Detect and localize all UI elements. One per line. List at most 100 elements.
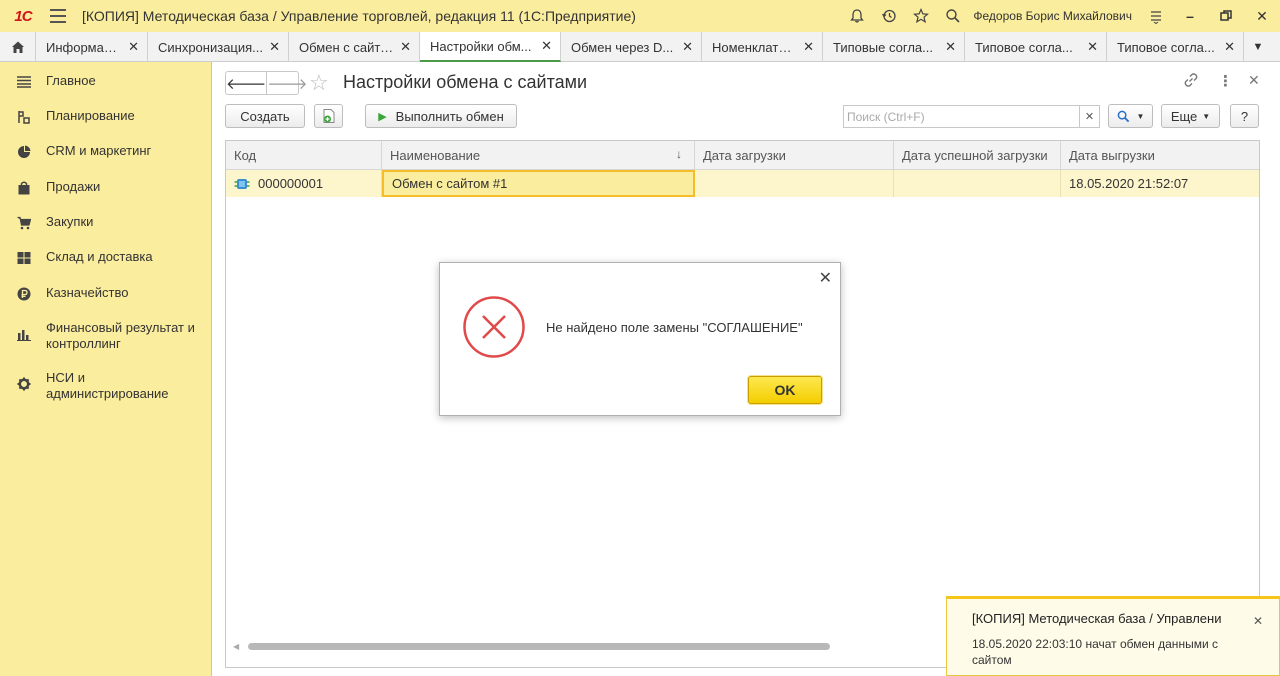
gear-icon (16, 376, 32, 392)
create-button[interactable]: Создать (225, 104, 305, 128)
nav-buttons: 🡐 🡒 (225, 71, 307, 95)
ruble-icon (16, 286, 32, 302)
close-form-icon[interactable]: ✕ (1248, 72, 1260, 89)
tab-exchange-settings[interactable]: Настройки обм... ✕ (420, 32, 561, 62)
cell-code: 000000001 (226, 170, 382, 197)
sidebar-item-treasury[interactable]: Казначейство (0, 285, 212, 302)
close-window-button[interactable]: ✕ (1244, 0, 1280, 32)
tab-site-exchange[interactable]: Обмен с сайтом ✕ (289, 32, 420, 62)
favorites-star-icon[interactable] (905, 0, 937, 32)
close-icon[interactable]: ✕ (1087, 39, 1098, 55)
notification-title: [КОПИЯ] Методическая база / Управлени (972, 611, 1222, 626)
star-icon[interactable]: ☆ (309, 70, 329, 96)
search-input[interactable] (844, 106, 1079, 127)
add-document-icon (323, 109, 334, 123)
cell-unload-date: 18.05.2020 21:52:07 (1069, 176, 1189, 191)
sidebar-item-finance[interactable]: Финансовый результат и контроллинг (0, 320, 212, 352)
tab-information[interactable]: Информация ✕ (36, 32, 148, 62)
column-header-code[interactable]: Код (226, 141, 382, 170)
dialog-close-icon[interactable]: ✕ (819, 268, 832, 288)
sidebar-item-sales[interactable]: Продажи (0, 179, 212, 196)
cart-icon (16, 215, 32, 231)
run-exchange-button[interactable]: ▶ Выполнить обмен (365, 104, 517, 128)
page-title: Настройки обмена с сайтами (343, 72, 588, 92)
sidebar-item-warehouse[interactable]: Склад и доставка (0, 249, 212, 266)
dropdown-arrow-icon: ▼ (1202, 111, 1211, 121)
menu-lines-icon (16, 74, 32, 90)
link-icon[interactable] (1183, 72, 1199, 92)
minimize-button[interactable]: – (1172, 0, 1208, 32)
cell-name[interactable]: Обмен с сайтом #1 (382, 170, 695, 197)
notification-close-icon[interactable]: ✕ (1253, 614, 1263, 628)
user-name[interactable]: Федоров Борис Михайлович (973, 9, 1132, 23)
tab-nomenclature[interactable]: Номенклатура ✕ (702, 32, 823, 62)
search-icon (1117, 110, 1129, 122)
column-header-success-load-date[interactable]: Дата успешной загрузки (894, 141, 1061, 170)
bar-chart-icon (16, 326, 32, 342)
planning-icon (16, 109, 32, 125)
dropdown-arrow-icon: ▼ (1136, 111, 1145, 121)
tabs-dropdown-icon[interactable]: ▼ (1244, 32, 1272, 62)
sidebar-item-planning[interactable]: Планирование (0, 108, 212, 125)
title-bar: 1С [КОПИЯ] Методическая база / Управлени… (0, 0, 1280, 32)
app-logo: 1С (14, 7, 32, 25)
close-icon[interactable]: ✕ (400, 39, 411, 55)
sidebar-item-purchases[interactable]: Закупки (0, 214, 212, 231)
main-menu-icon[interactable] (50, 0, 74, 32)
close-icon[interactable]: ✕ (682, 39, 693, 55)
scroll-left-icon[interactable]: ◀ (233, 642, 239, 651)
tab-typical-agreement-1[interactable]: Типовое согла... ✕ (965, 32, 1107, 62)
more-button[interactable]: Еще ▼ (1161, 104, 1220, 128)
sidebar-item-crm[interactable]: CRM и маркетинг (0, 143, 212, 160)
home-icon[interactable] (0, 32, 36, 62)
forward-arrow-icon[interactable]: 🡒 (266, 72, 307, 94)
restore-button[interactable] (1208, 0, 1244, 32)
bell-icon[interactable] (841, 0, 873, 32)
tab-sync[interactable]: Синхронизация... ✕ (148, 32, 289, 62)
tab-exchange-d[interactable]: Обмен через D... ✕ (561, 32, 702, 62)
clear-search-icon[interactable]: ✕ (1079, 106, 1099, 127)
search-icon[interactable] (937, 0, 969, 32)
warehouse-icon (16, 250, 32, 266)
bag-icon (16, 180, 32, 196)
cell-load-date (695, 170, 894, 197)
ok-button[interactable]: OK (748, 376, 822, 404)
close-icon[interactable]: ✕ (269, 39, 280, 55)
table-row[interactable]: 000000001 Обмен с сайтом #1 18.05.2020 2… (226, 170, 1259, 197)
sidebar-item-main[interactable]: Главное (0, 73, 212, 90)
help-button[interactable]: ? (1230, 104, 1259, 128)
history-icon[interactable] (873, 0, 905, 32)
close-icon[interactable]: ✕ (803, 39, 814, 55)
copy-button[interactable] (314, 104, 343, 128)
search-button[interactable]: ▼ (1108, 104, 1153, 128)
sort-down-icon: ↓ (676, 147, 682, 161)
close-icon[interactable]: ✕ (1224, 39, 1235, 55)
horizontal-scrollbar[interactable] (248, 643, 830, 650)
column-header-unload-date[interactable]: Дата выгрузки (1061, 141, 1259, 170)
error-dialog: ✕ Не найдено поле замены "СОГЛАШЕНИЕ" OK (439, 262, 841, 416)
dialog-message: Не найдено поле замены "СОГЛАШЕНИЕ" (546, 320, 803, 335)
column-header-name[interactable]: Наименование ↓ (382, 141, 695, 170)
tab-typical-agreement-2[interactable]: Типовое согла... ✕ (1107, 32, 1244, 62)
tab-bar: Информация ✕ Синхронизация... ✕ Обмен с са… (0, 32, 1280, 62)
search-box: ✕ (843, 105, 1100, 128)
play-icon: ▶ (378, 110, 387, 123)
more-vertical-icon[interactable]: ⋮ (1218, 72, 1233, 90)
tab-typical-agreements[interactable]: Типовые согла... ✕ (823, 32, 965, 62)
sidebar-item-admin[interactable]: НСИ и администрирование (0, 370, 212, 402)
exchange-node-icon (234, 178, 250, 190)
error-icon (463, 296, 525, 358)
sidebar: Главное Планирование CRM и маркетинг Про… (0, 62, 212, 676)
pie-chart-icon (16, 144, 32, 160)
column-header-load-date[interactable]: Дата загрузки (695, 141, 894, 170)
window-title: [КОПИЯ] Методическая база / Управление т… (82, 8, 636, 24)
settings-lines-icon[interactable] (1140, 0, 1172, 32)
table-header: Код Наименование ↓ Дата загрузки Дата ус… (226, 141, 1259, 170)
notification-popup[interactable]: [КОПИЯ] Методическая база / Управлени ✕ … (946, 596, 1280, 676)
cell-success-load-date (894, 170, 1061, 197)
back-arrow-icon[interactable]: 🡐 (226, 72, 266, 94)
close-icon[interactable]: ✕ (541, 38, 552, 54)
close-icon[interactable]: ✕ (945, 39, 956, 55)
notification-text: 18.05.2020 22:03:10 начат обмен данными … (972, 637, 1218, 667)
close-icon[interactable]: ✕ (128, 39, 139, 55)
